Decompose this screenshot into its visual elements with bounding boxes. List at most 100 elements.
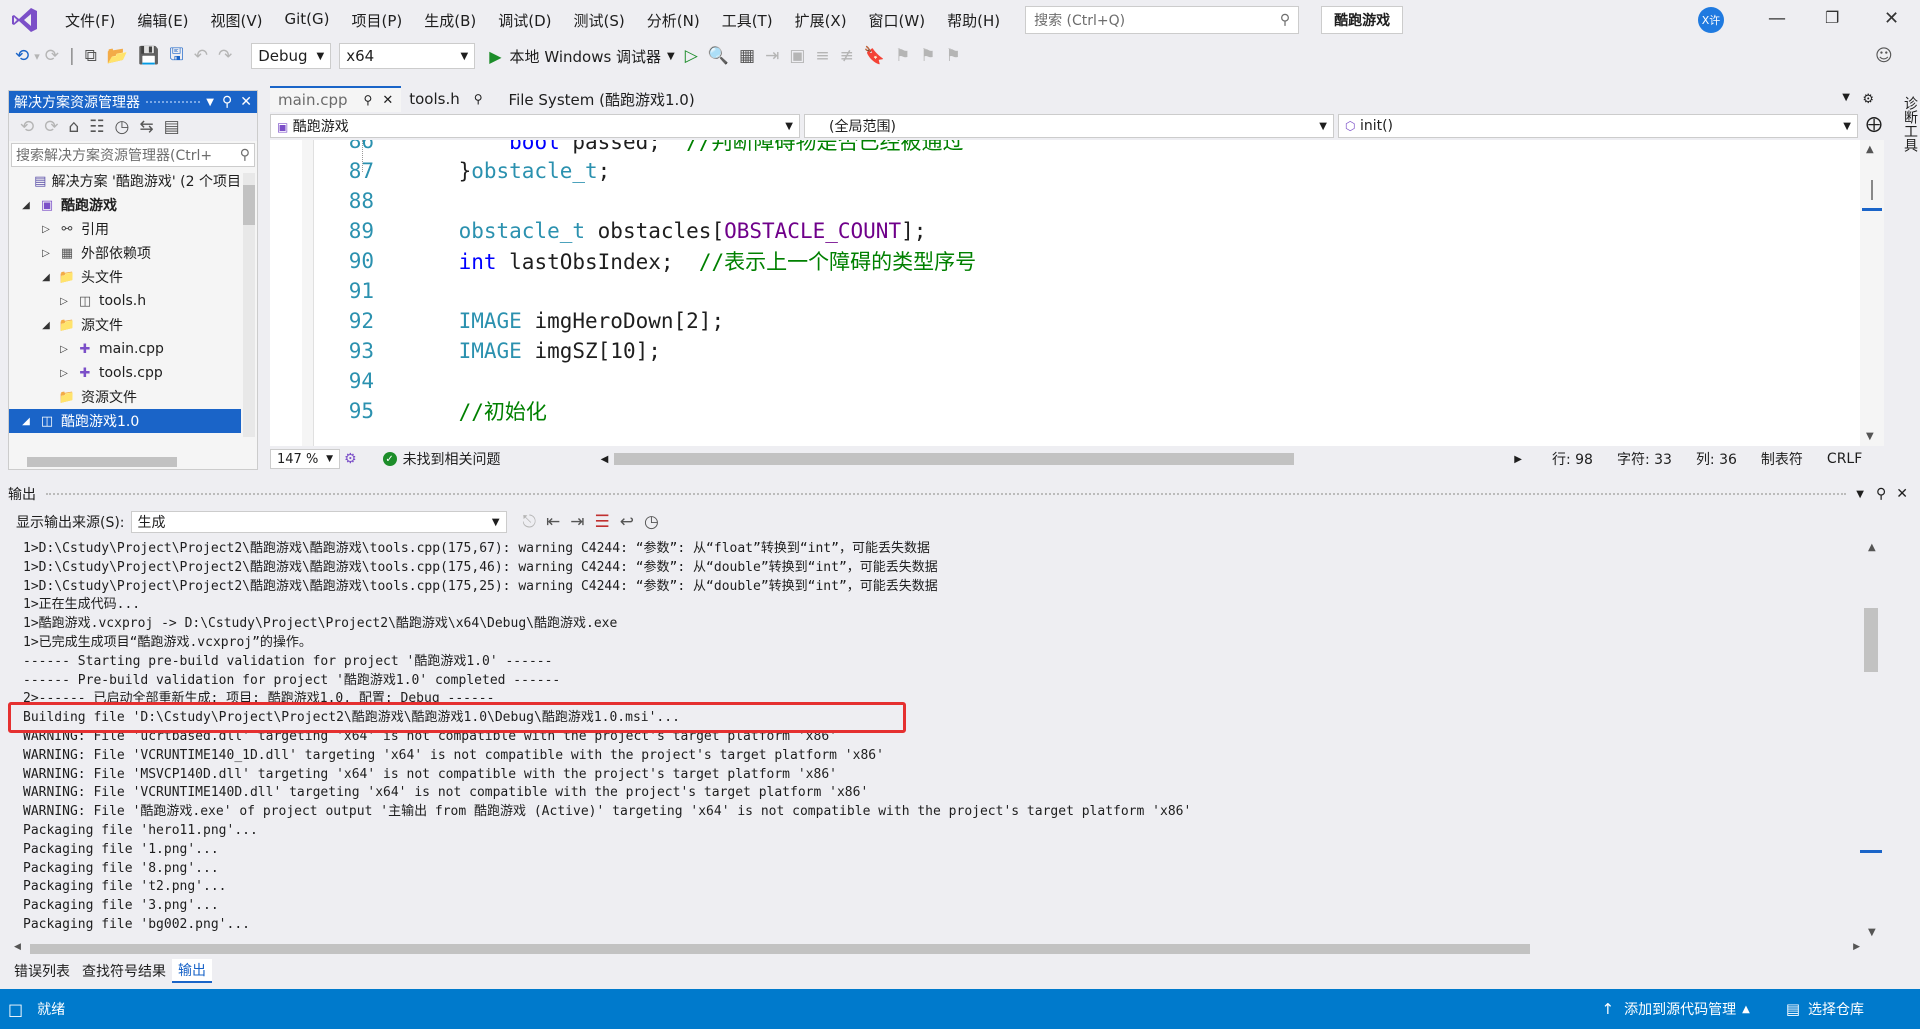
home-icon[interactable]: ⌂ [69,117,80,137]
bookmark-icon[interactable]: 🔖 [864,46,885,66]
menu-item[interactable]: 扩展(X) [784,10,858,31]
tree-item[interactable]: ◢ 📁 源文件 [9,313,241,337]
menu-item[interactable]: 测试(S) [563,10,636,31]
uncomment-icon[interactable]: ≢ [840,46,854,66]
code-line[interactable]: 86 bool passed; //判断障碍物是否已经被通过 [314,140,964,156]
diagnostic-tools-tab[interactable]: 诊断工具 [1888,86,1920,266]
clear-all-icon[interactable]: ☰ [594,512,609,532]
tab-error-list[interactable]: 错误列表 [8,959,76,983]
char-indicator[interactable]: 字符: 33 [1617,449,1672,469]
menu-item[interactable]: 视图(V) [200,10,274,31]
menu-item[interactable]: Git(G) [274,10,341,31]
chevron-down-icon[interactable]: ▼ [1856,489,1864,500]
menu-item[interactable]: 项目(P) [341,10,414,31]
editor-vscrollbar[interactable]: ▲ ▼ [1860,140,1884,446]
split-view-icon[interactable]: ⨁ [1866,114,1882,138]
menu-item[interactable]: 调试(D) [487,10,562,31]
scroll-left-icon[interactable]: ◀ [601,454,609,465]
output-vscrollbar[interactable]: ▲ ▼ [1860,540,1884,940]
close-icon[interactable]: ✕ [1884,8,1899,29]
menu-item[interactable]: 生成(B) [413,10,487,31]
timestamp-icon[interactable]: ◷ [644,512,659,532]
tab-find-symbol-results[interactable]: 查找符号结果 [76,959,172,983]
redo-icon[interactable]: ↷ [218,46,232,66]
notification-icon[interactable]: □ [8,1000,23,1019]
code-line[interactable]: 90 int lastObsIndex; //表示上一个障碍的类型序号 [314,246,976,276]
tree-item[interactable]: ▷ ✚ tools.cpp [9,361,241,385]
chevron-down-icon[interactable]: ▾ [34,50,40,63]
editor-hscrollbar-thumb[interactable] [614,453,1295,465]
new-project-icon[interactable]: ⧉ [85,46,97,66]
live-share-icon[interactable]: ☺ [1875,46,1893,66]
pin-icon[interactable]: ⚲ [364,93,373,107]
drag-handle[interactable] [46,493,1847,495]
output-text[interactable]: 1>D:\Cstudy\Project\Project2\酷跑游戏\酷跑游戏\t… [14,540,1860,940]
solution-search-input[interactable]: 搜索解决方案资源管理器(Ctrl+ ⚲ [11,143,255,167]
tree-item[interactable]: ◢ 📁 头文件 [9,265,241,289]
close-icon[interactable]: ✕ [1896,486,1908,502]
tree-item[interactable]: ◢ ◫ 酷跑游戏1.0 [9,409,241,433]
code-line[interactable]: 92 IMAGE imgHeroDown[2]; [314,306,724,336]
code-line[interactable]: 93 IMAGE imgSZ[10]; [314,336,661,366]
tree-scrollbar[interactable] [243,173,255,437]
sync-icon[interactable]: ⇆ [139,117,153,137]
menu-item[interactable]: 窗口(W) [858,10,937,31]
code-line[interactable]: 95 //初始化 [314,396,547,426]
code-line[interactable]: 88 [314,186,408,216]
output-hscrollbar[interactable]: ◀ ▶ [14,942,1860,956]
tab-output[interactable]: 输出 [172,959,212,983]
collapsed-arrow-icon[interactable]: ▷ [57,368,71,379]
avatar[interactable]: X许 [1698,7,1724,33]
code-line[interactable]: 89 obstacle_t obstacles[OBSTACLE_COUNT]; [314,216,927,246]
save-icon[interactable]: 💾 [138,46,159,66]
next-bookmark-icon[interactable]: ⚑ [920,46,935,66]
breakpoints-icon[interactable]: ▣ [789,46,805,66]
code-line[interactable]: 94 [314,366,408,396]
select-repository[interactable]: 选择仓库 [1808,999,1864,1019]
tree-item[interactable]: 📁 资源文件 [9,385,241,409]
close-icon[interactable]: ✕ [382,93,393,108]
close-icon[interactable]: ✕ [240,94,252,110]
code-line[interactable]: 91 [314,276,408,306]
chevron-down-icon[interactable]: ▼ [206,97,214,108]
clear-bookmarks-icon[interactable]: ⚑ [946,46,961,66]
next-message-icon[interactable]: ⇥ [570,512,584,532]
expanded-arrow-icon[interactable]: ◢ [39,272,53,283]
comment-icon[interactable]: ≡ [815,46,829,66]
search-box[interactable]: 搜索 (Ctrl+Q) ⚲ [1025,6,1300,34]
scroll-right-icon[interactable]: ▶ [1514,454,1522,465]
step-icon[interactable]: ⇥ [765,46,779,66]
open-folder-icon[interactable]: 📂 [107,46,128,66]
collapsed-arrow-icon[interactable]: ▷ [39,224,53,235]
line-indicator[interactable]: 行: 98 [1552,449,1593,469]
collapse-all-icon[interactable]: ▤ [164,117,180,137]
tree-item[interactable]: ▤ 解决方案 '酷跑游戏' (2 个项目 [9,169,241,193]
word-wrap-icon[interactable]: ↩ [620,512,634,532]
collapsed-arrow-icon[interactable]: ▷ [39,248,53,259]
history-icon[interactable]: ◷ [115,117,130,137]
line-ending-indicator[interactable]: CRLF [1827,451,1862,467]
menu-item[interactable]: 工具(T) [711,10,784,31]
tree-hscrollbar[interactable] [27,457,177,467]
tab-main-cpp[interactable]: main.cpp ⚲ ✕ [270,86,402,112]
pin-icon[interactable]: ⚲ [222,94,232,110]
prev-bookmark-icon[interactable]: ⚑ [895,46,910,66]
forward-icon[interactable]: ⟳ [45,46,59,66]
pin-icon[interactable]: ⚲ [474,92,483,106]
prev-message-icon[interactable]: ⇤ [546,512,560,532]
output-source-select[interactable]: 生成 ▼ [130,511,507,533]
menu-item[interactable]: 文件(F) [54,10,126,31]
configuration-select[interactable]: Debug ▼ [251,43,332,69]
code-line[interactable]: 87 }obstacle_t; [314,156,611,186]
tree-item[interactable]: ◢ ▣ 酷跑游戏 [9,193,241,217]
tree-item[interactable]: ▷ ⚯ 引用 [9,217,241,241]
forward-icon[interactable]: ⟳ [44,117,58,137]
switch-views-icon[interactable]: ☷ [89,117,104,137]
platform-select[interactable]: x64 ▼ [339,43,476,69]
indent-indicator[interactable]: 制表符 [1761,449,1803,469]
settings-gear-icon[interactable]: ⚙ [1862,92,1874,107]
chevron-down-icon[interactable]: ▼ [1842,92,1850,103]
tab-tools-h[interactable]: tools.h ⚲ [401,86,490,112]
start-without-debugging-icon[interactable]: ▷ [685,46,698,66]
scope-select[interactable]: (全局范围) ▼ [804,114,1334,138]
